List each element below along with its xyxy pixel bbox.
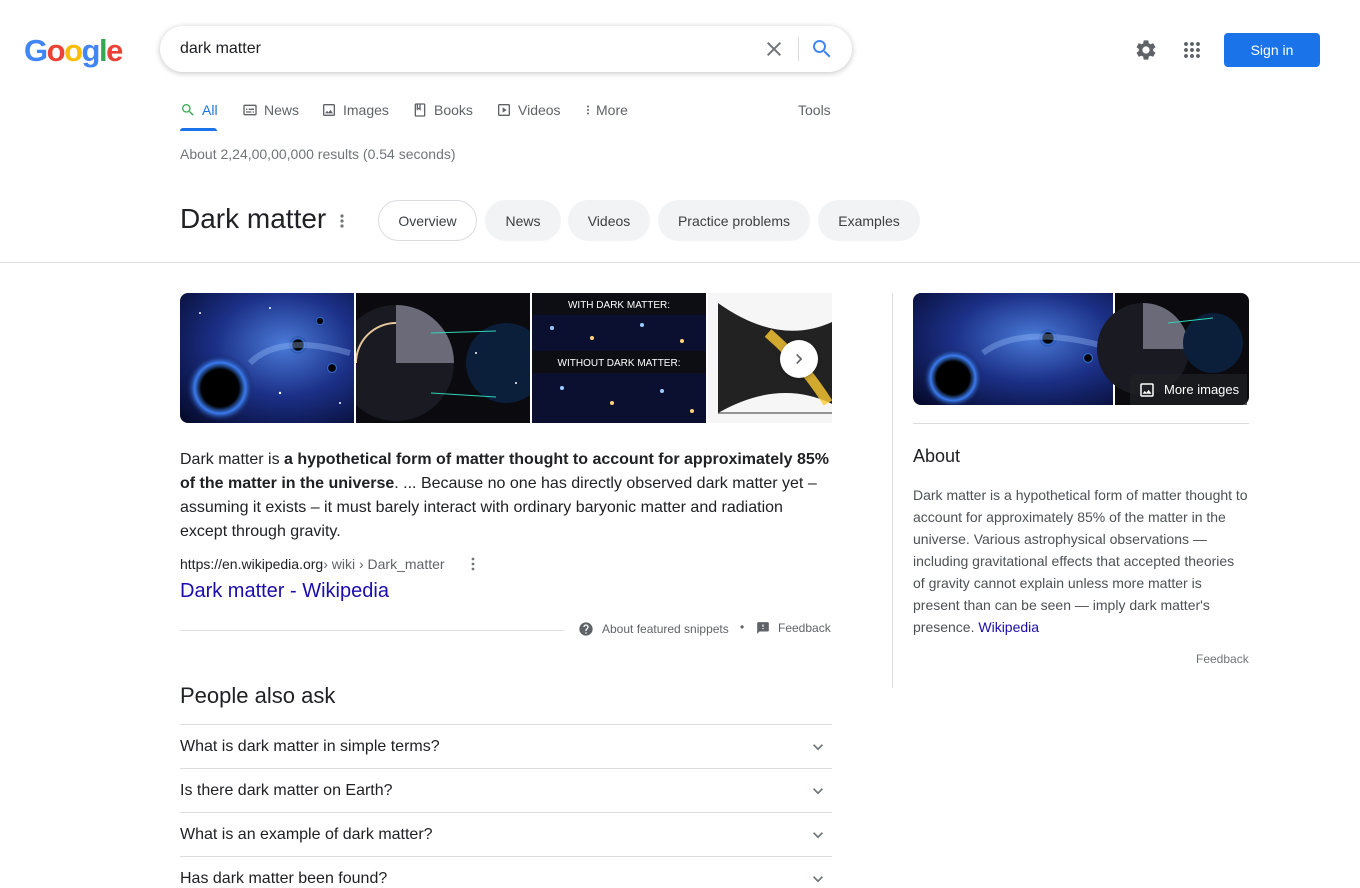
- play-icon: [498, 104, 510, 116]
- chevron-right-icon: [796, 354, 803, 364]
- search-box: [160, 26, 852, 72]
- paa-question[interactable]: Has dark matter been found?: [180, 856, 832, 888]
- with-without-dark-matter-image: WITH DARK MATTER: WITHOUT DARK MATTER:: [532, 293, 706, 423]
- logo-letter: G: [24, 33, 48, 68]
- close-icon[interactable]: [762, 37, 786, 61]
- tab-images[interactable]: Images: [321, 102, 389, 118]
- separator-dot: •: [740, 620, 745, 634]
- logo-letter: l: [98, 33, 108, 68]
- thumb-text: WITHOUT DARK MATTER:: [558, 358, 681, 369]
- active-tab-indicator: [180, 128, 217, 131]
- image-thumbnail[interactable]: [356, 293, 530, 423]
- tab-label: News: [264, 102, 300, 118]
- universe-composition-image: [356, 293, 530, 423]
- more-vert-icon: [587, 105, 589, 115]
- chip-practice-problems[interactable]: Practice problems: [658, 200, 810, 241]
- chip-overview[interactable]: Overview: [378, 200, 477, 241]
- logo-letter: e: [106, 33, 123, 68]
- featured-snippet-text: Dark matter is a hypothetical form of ma…: [180, 448, 832, 544]
- url-path: › wiki › Dark_matter: [323, 556, 445, 572]
- about-featured-snippets-link[interactable]: About featured snippets: [578, 621, 729, 637]
- feedback-label: Feedback: [778, 621, 831, 635]
- paa-question-text: Has dark matter been found?: [180, 869, 388, 887]
- header-divider: [0, 262, 1360, 263]
- people-also-ask-heading: People also ask: [180, 683, 336, 708]
- url-domain: https://en.wikipedia.org: [180, 556, 324, 572]
- snippet-feedback-link[interactable]: Feedback: [756, 621, 831, 635]
- tab-label: Videos: [518, 102, 561, 118]
- chevron-down-icon: [813, 875, 823, 882]
- entity-title: Dark matter: [180, 203, 327, 234]
- snippet-divider: [180, 630, 564, 631]
- result-title-link[interactable]: Dark matter - Wikipedia: [180, 580, 389, 603]
- search-icon[interactable]: [810, 37, 834, 61]
- knowledge-panel-about-heading: About: [913, 446, 961, 466]
- google-logo[interactable]: Google: [24, 33, 123, 69]
- dark-matter-space-image: [180, 293, 354, 423]
- tab-label: All: [202, 102, 218, 118]
- apps-grid-icon[interactable]: [1180, 38, 1204, 62]
- panel-divider: [892, 293, 893, 688]
- tools-button[interactable]: Tools: [798, 102, 831, 118]
- about-snippets-label: About featured snippets: [602, 622, 729, 636]
- result-url[interactable]: https://en.wikipedia.org › wiki › Dark_m…: [180, 556, 445, 572]
- search-divider: [798, 37, 799, 61]
- search-icon: [182, 104, 194, 116]
- logo-letter: g: [81, 33, 101, 68]
- image-thumbnail[interactable]: WITH DARK MATTER: WITHOUT DARK MATTER:: [532, 293, 706, 423]
- more-options-icon[interactable]: [465, 556, 481, 572]
- tab-books[interactable]: Books: [412, 102, 473, 118]
- description-text: Dark matter is a hypothetical form of ma…: [913, 487, 1248, 635]
- news-icon: [243, 104, 257, 116]
- search-input[interactable]: [180, 26, 740, 72]
- tab-more[interactable]: More: [582, 102, 628, 118]
- tab-label: Images: [343, 102, 389, 118]
- tab-videos[interactable]: Videos: [496, 102, 561, 118]
- snippet-prefix: Dark matter is: [180, 451, 285, 468]
- carousel-next-button[interactable]: [780, 340, 818, 378]
- logo-letter: o: [46, 33, 66, 68]
- chevron-down-icon: [813, 831, 823, 838]
- paa-question-text: What is dark matter in simple terms?: [180, 737, 440, 755]
- image-carousel: WITH DARK MATTER: WITHOUT DARK MATTER:: [180, 293, 832, 423]
- feedback-icon: [757, 622, 769, 634]
- more-images-label: More images: [1164, 382, 1240, 397]
- paa-question[interactable]: What is dark matter in simple terms?: [180, 724, 832, 768]
- help-icon: [579, 622, 593, 636]
- tab-label: Books: [434, 102, 473, 118]
- paa-question-text: What is an example of dark matter?: [180, 825, 433, 843]
- chip-news[interactable]: News: [485, 200, 561, 241]
- chevron-down-icon: [813, 787, 823, 794]
- image-icon: [1140, 382, 1154, 397]
- book-icon: [414, 103, 426, 117]
- sign-in-button[interactable]: Sign in: [1224, 33, 1320, 67]
- paa-question-text: Is there dark matter on Earth?: [180, 781, 393, 799]
- knowledge-panel-feedback[interactable]: Feedback: [1196, 652, 1249, 666]
- chevron-down-icon: [813, 743, 823, 750]
- knowledge-panel-description: Dark matter is a hypothetical form of ma…: [913, 484, 1249, 638]
- chip-videos[interactable]: Videos: [568, 200, 650, 241]
- logo-letter: o: [64, 33, 83, 68]
- paa-question[interactable]: What is an example of dark matter?: [180, 812, 832, 856]
- gear-icon[interactable]: [1134, 38, 1158, 62]
- paa-question[interactable]: Is there dark matter on Earth?: [180, 768, 832, 812]
- result-stats: About 2,24,00,00,000 results (0.54 secon…: [180, 146, 456, 162]
- wikipedia-link[interactable]: Wikipedia: [978, 619, 1039, 635]
- tab-all[interactable]: All: [180, 102, 218, 118]
- knowledge-panel-divider: [913, 423, 1249, 424]
- tab-news[interactable]: News: [242, 102, 299, 118]
- more-images-button[interactable]: More images: [1130, 374, 1248, 405]
- chip-examples[interactable]: Examples: [818, 200, 920, 241]
- thumb-text: WITH DARK MATTER:: [568, 300, 670, 311]
- image-thumbnail[interactable]: [180, 293, 354, 423]
- tab-label: More: [596, 102, 628, 118]
- image-icon: [323, 104, 335, 116]
- more-options-icon[interactable]: [334, 211, 350, 231]
